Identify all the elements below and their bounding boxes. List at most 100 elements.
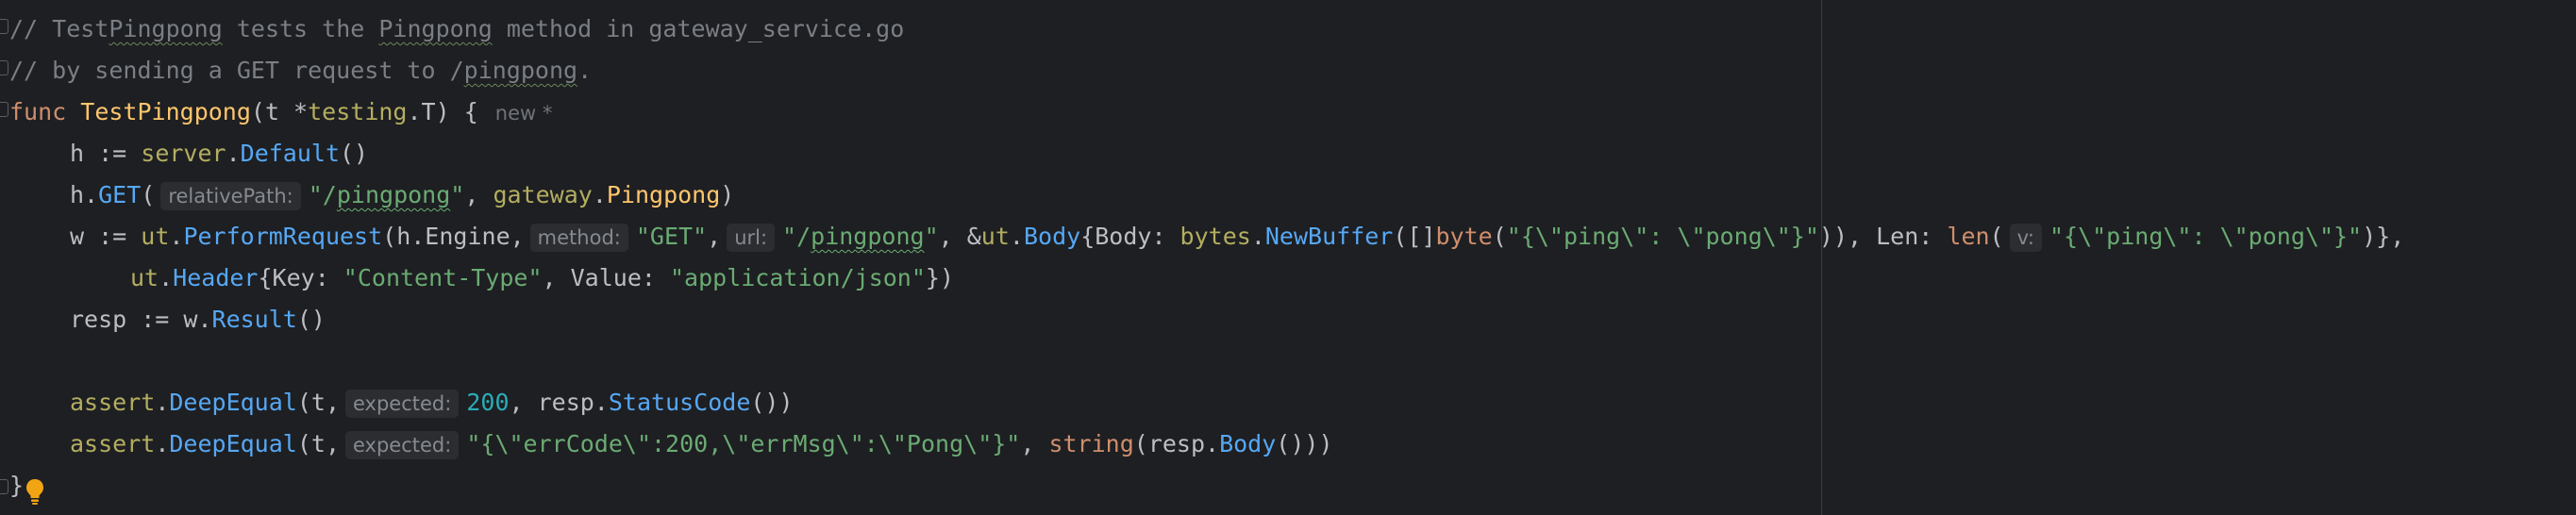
code-text: w := <box>70 223 142 250</box>
string-typo-word: pingpong <box>336 181 451 208</box>
code-text: (t, <box>296 430 340 457</box>
code-line-2[interactable]: // by sending a GET request to /pingpong… <box>9 50 592 91</box>
code-text: h := <box>70 140 142 167</box>
code-punct: . <box>407 98 422 125</box>
string-literal: "{\"ping\": \"pong\"}" <box>2049 223 2363 250</box>
comment-typo-word: Pingpong <box>109 15 223 42</box>
package-name: testing <box>308 98 408 125</box>
function-name[interactable]: TestPingpong <box>80 98 251 125</box>
code-text: , resp. <box>509 389 609 416</box>
comment-text: tests the <box>222 15 379 42</box>
comment-text: method in gateway_service.go <box>492 15 905 42</box>
string-literal: "/ <box>308 181 337 208</box>
function-call: NewBuffer <box>1264 223 1394 250</box>
code-line-6[interactable]: w := ut.PerformRequest(h.Engine, method: "… <box>70 216 2404 258</box>
closing-brace: } <box>9 472 25 499</box>
package-name: ut <box>141 223 170 250</box>
code-punct: . <box>169 223 184 250</box>
code-punct: ) { <box>435 98 478 125</box>
string-literal: "{\"ping\": \"pong\"}" <box>1506 223 1819 250</box>
code-line-7[interactable]: ut.Header{Key: "Content-Type", Value: "a… <box>130 258 954 299</box>
comment-text: . <box>577 57 593 84</box>
package-name: assert <box>70 389 156 416</box>
code-line-5[interactable]: h.GET(relativePath: "/pingpong", gateway.… <box>70 174 734 216</box>
package-name: ut <box>130 264 159 291</box>
code-punct: . <box>155 389 170 416</box>
function-call: GET <box>98 181 142 208</box>
function-call: PerformRequest <box>183 223 383 250</box>
code-text: (t, <box>296 389 340 416</box>
inlay-hint-method: method: <box>529 224 628 252</box>
string-literal: "GET" <box>635 223 708 250</box>
function-call: DeepEqual <box>169 389 297 416</box>
keyword-func: func <box>9 98 67 125</box>
code-line-10[interactable]: assert.DeepEqual(t, expected: 200, resp.St… <box>70 382 794 424</box>
comment-typo-word: pingpong <box>463 57 578 84</box>
code-punct: ( <box>141 181 156 208</box>
code-line-8[interactable]: resp := w.Result() <box>70 299 326 341</box>
code-line-4[interactable]: h := server.Default() <box>70 133 368 174</box>
function-ref: Pingpong <box>606 181 721 208</box>
string-literal: " <box>450 181 465 208</box>
code-text: (h.Engine, <box>382 223 525 250</box>
code-punct: . <box>1009 223 1024 250</box>
code-punct: . <box>155 430 170 457</box>
fold-marker-icon[interactable] <box>0 479 8 494</box>
code-punct: () <box>296 306 326 333</box>
package-name: gateway <box>493 181 593 208</box>
package-name: ut <box>980 223 1010 250</box>
string-literal: "application/json" <box>669 264 926 291</box>
new-usage-hint[interactable]: new * <box>495 102 553 125</box>
code-text: resp := w. <box>70 306 212 333</box>
code-punct: }) <box>925 264 955 291</box>
code-punct: . <box>1250 223 1265 250</box>
type-name: Body <box>1023 223 1081 250</box>
fold-marker-icon[interactable] <box>0 60 8 75</box>
code-punct: , & <box>938 223 981 250</box>
string-literal: "/ <box>782 223 811 250</box>
type-name: T <box>421 98 436 125</box>
lightbulb-icon[interactable] <box>25 477 45 506</box>
method-call: Body <box>1219 430 1277 457</box>
code-editor[interactable]: // TestPingpong tests the Pingpong metho… <box>0 0 2576 515</box>
code-punct: , <box>1020 430 1049 457</box>
code-punct: ([] <box>1393 223 1436 250</box>
code-punct: () <box>340 140 369 167</box>
function-call: Default <box>240 140 340 167</box>
code-text: h. <box>70 181 99 208</box>
code-line-12[interactable]: } <box>9 465 24 507</box>
string-literal: " <box>924 223 939 250</box>
string-literal: "{\"errCode\":200,\"errMsg\":\"Pong\"}" <box>466 430 1021 457</box>
code-text: {Body: <box>1080 223 1180 250</box>
fold-marker-icon[interactable] <box>0 102 8 117</box>
code-text: {Key: <box>258 264 343 291</box>
package-name: server <box>141 140 226 167</box>
code-text: )), Len: <box>1818 223 1948 250</box>
builtin-type: string <box>1048 430 1134 457</box>
comment-text: // by sending a GET request to / <box>9 57 464 84</box>
inlay-hint-url: url: <box>727 224 776 252</box>
inlay-hint-v: v: <box>2009 224 2042 252</box>
comment-typo-word: Pingpong <box>378 15 493 42</box>
function-call: DeepEqual <box>169 430 297 457</box>
code-punct: ()) <box>750 389 794 416</box>
code-line-11[interactable]: assert.DeepEqual(t, expected: "{\"errCode\… <box>70 424 1333 465</box>
builtin-func: len <box>1947 223 1990 250</box>
code-punct: ) <box>720 181 735 208</box>
code-line-3[interactable]: func TestPingpong(t *testing.T) { new * <box>9 91 552 133</box>
code-punct: , <box>707 223 722 250</box>
code-line-1[interactable]: // TestPingpong tests the Pingpong metho… <box>9 8 904 50</box>
code-punct: , <box>464 181 493 208</box>
string-literal: "Content-Type" <box>343 264 543 291</box>
function-call: Result <box>211 306 297 333</box>
package-name: assert <box>70 430 156 457</box>
code-text: , Value: <box>542 264 670 291</box>
fold-marker-icon[interactable] <box>0 19 8 34</box>
number-literal: 200 <box>466 389 510 416</box>
inlay-hint-expected: expected: <box>345 431 460 459</box>
code-punct: (t * <box>250 98 309 125</box>
code-punct: . <box>592 181 607 208</box>
package-name: bytes <box>1179 223 1251 250</box>
code-punct: ( <box>1989 223 2004 250</box>
builtin-type: byte <box>1435 223 1493 250</box>
